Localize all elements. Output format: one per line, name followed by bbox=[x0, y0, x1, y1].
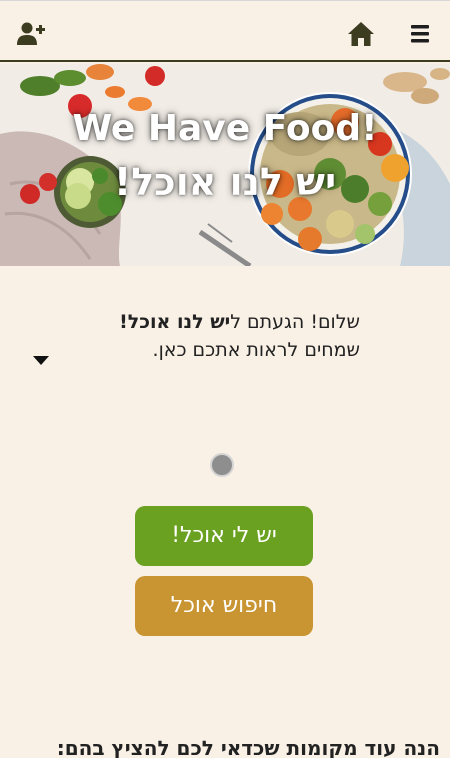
welcome-line-2: שמחים לראות אתכם כאן. bbox=[152, 339, 360, 361]
more-places-heading: הנה עוד מקומות שכדאי לכם להציץ בהם: bbox=[56, 736, 440, 758]
welcome-brand-name: יש לנו אוכל! bbox=[119, 311, 231, 333]
search-food-button[interactable]: חיפוש אוכל bbox=[135, 576, 313, 636]
add-user-icon[interactable] bbox=[16, 19, 46, 49]
welcome-text: שלום! הגעתם ליש לנו אוכל! שמחים לראות את… bbox=[60, 308, 360, 364]
welcome-greeting: שלום! הגעתם ל bbox=[230, 311, 360, 333]
hero-title-english: We Have Food! bbox=[72, 108, 378, 149]
have-food-button[interactable]: יש לי אוכל! bbox=[135, 506, 313, 566]
hero-banner: We Have Food! יש לנו אוכל! bbox=[0, 64, 450, 266]
home-icon[interactable] bbox=[346, 19, 376, 49]
hero-title-hebrew: יש לנו אוכל! bbox=[113, 160, 337, 204]
caret-down-icon[interactable] bbox=[33, 356, 49, 365]
loading-indicator bbox=[210, 453, 234, 477]
top-navigation-bar bbox=[0, 0, 450, 62]
page: We Have Food! יש לנו אוכל! שלום! הגעתם ל… bbox=[0, 0, 450, 758]
hamburger-menu-icon[interactable] bbox=[406, 19, 436, 49]
welcome-line-1: שלום! הגעתם ליש לנו אוכל! bbox=[60, 308, 360, 336]
